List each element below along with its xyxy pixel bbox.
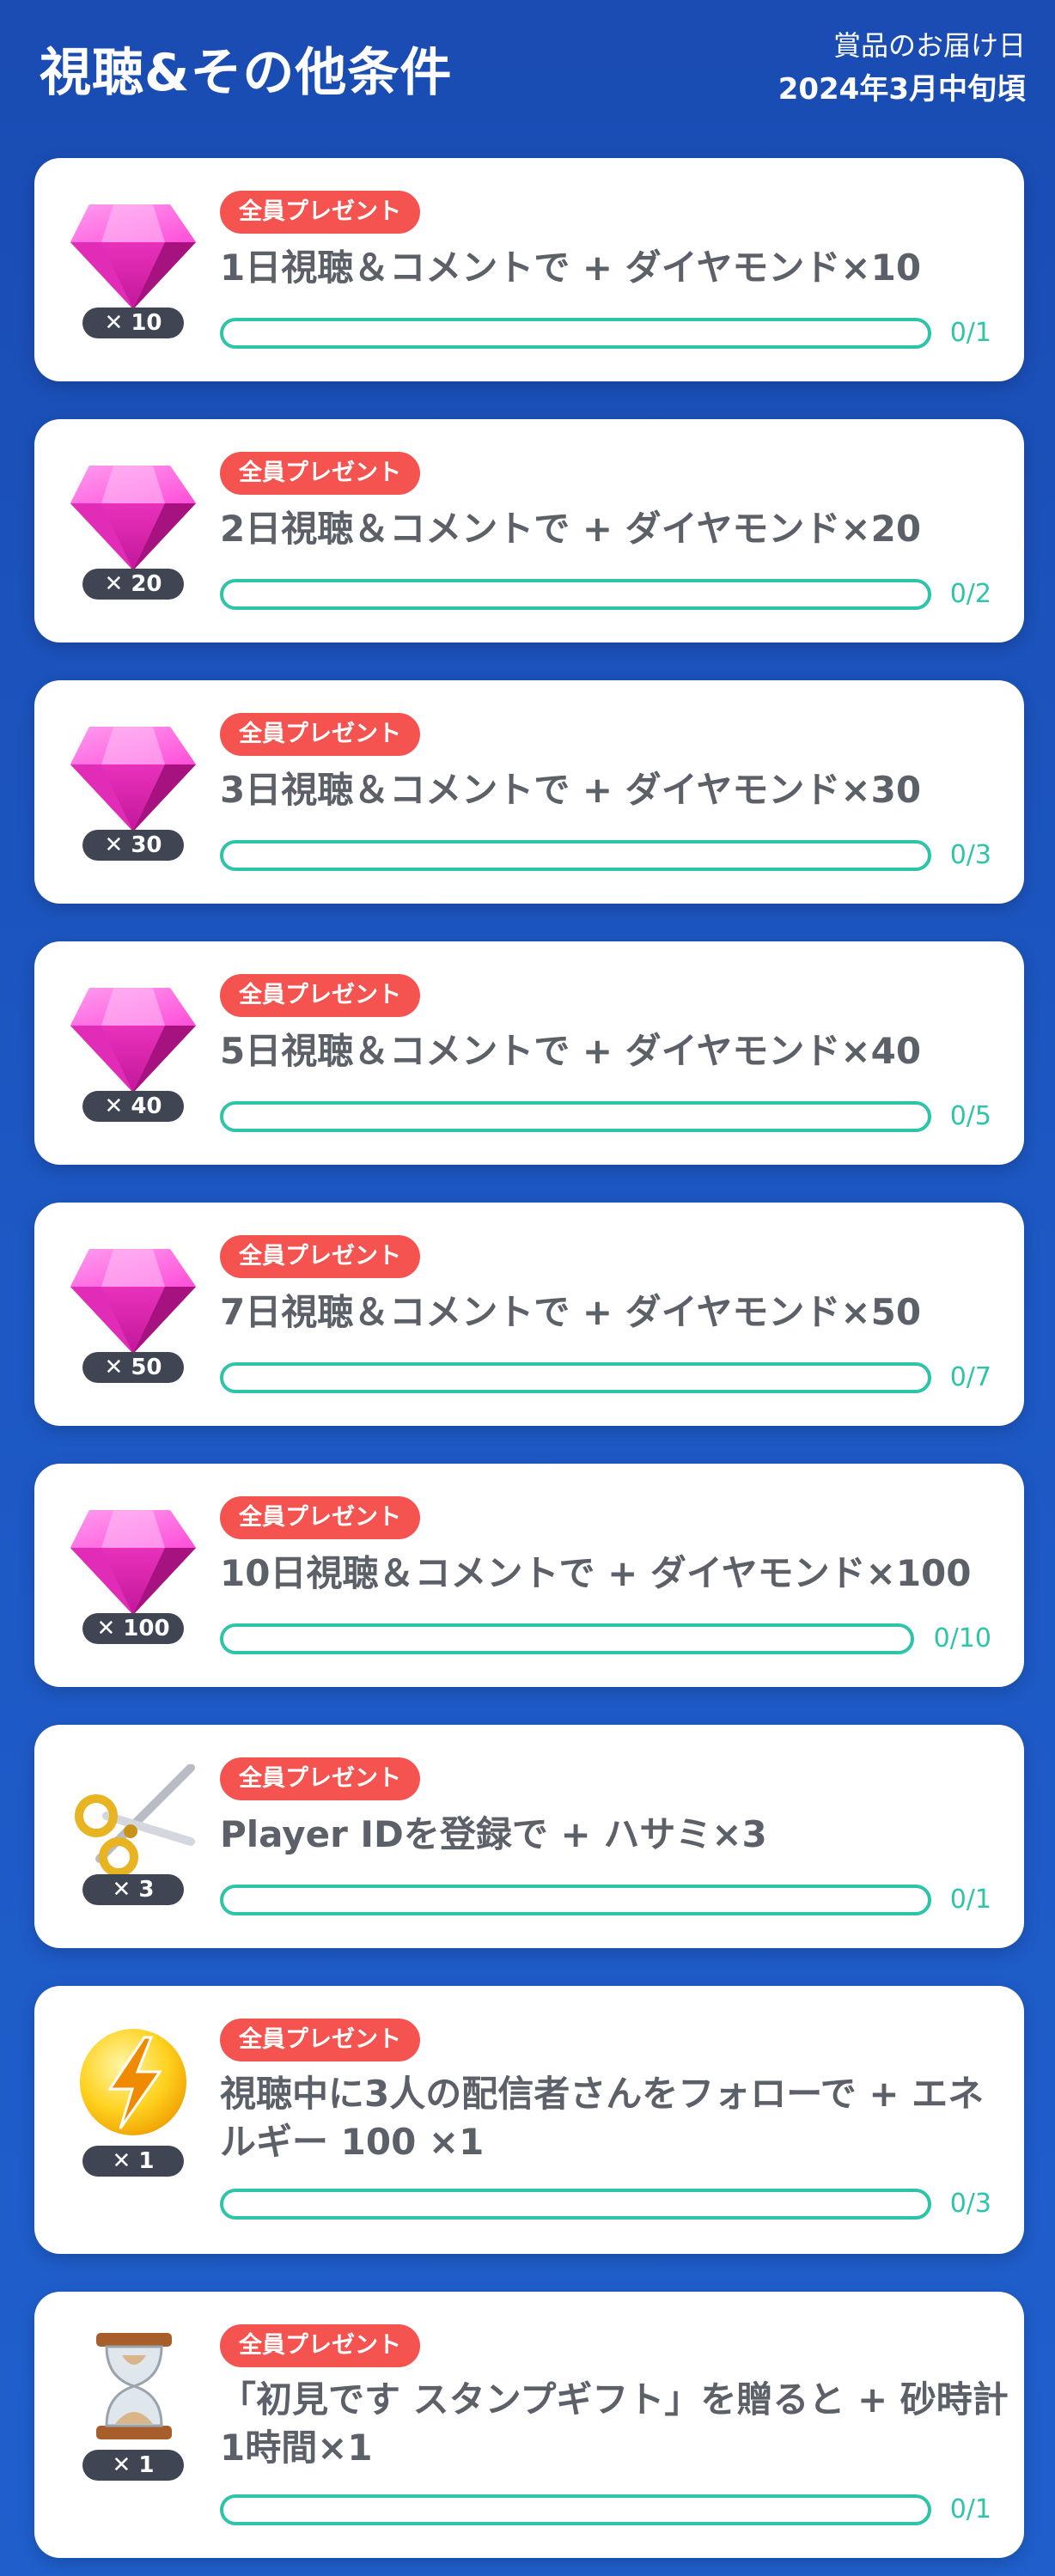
progress-bar: [220, 2494, 931, 2525]
present-tag: 全員プレゼント: [220, 1235, 420, 1278]
progress-count: 0/3: [949, 840, 991, 870]
reward-icon-wrap: ✕ 10: [65, 198, 203, 352]
reward-count-badge: ✕ 1: [82, 2146, 184, 2177]
progress-bar: [220, 1623, 914, 1654]
reward-icon-wrap: ✕ 1: [65, 2025, 203, 2180]
present-tag: 全員プレゼント: [220, 191, 420, 234]
progress-count: 0/1: [949, 318, 991, 348]
progress-bar: [220, 1362, 931, 1393]
present-tag: 全員プレゼント: [220, 2324, 420, 2367]
present-tag: 全員プレゼント: [220, 1496, 420, 1539]
reward-count-badge: ✕ 30: [82, 830, 184, 861]
task-description: 5日視聴＆コメントで + ダイヤモンド×40: [220, 1030, 922, 1072]
task-description: 1日視聴＆コメントで + ダイヤモンド×10: [220, 247, 922, 289]
reward-icon-wrap: ✕ 40: [65, 981, 203, 1136]
task-description: 7日視聴＆コメントで + ダイヤモンド×50: [220, 1291, 922, 1333]
present-tag: 全員プレゼント: [220, 713, 420, 756]
task-card[interactable]: ✕ 100 全員プレゼント 10日視聴＆コメントで + ダイヤモンド×100 0…: [34, 1464, 1024, 1687]
present-tag: 全員プレゼント: [220, 2019, 420, 2061]
progress-count: 0/7: [949, 1362, 991, 1392]
reward-icon-wrap: ✕ 30: [65, 720, 203, 874]
delivery-info: 賞品のお届け日 2024年3月中旬頃: [778, 24, 1026, 107]
task-card[interactable]: ✕ 1 全員プレゼント 視聴中に3人の配信者さんをフォローで + エネルギー 1…: [34, 1986, 1024, 2254]
task-description: 3日視聴＆コメントで + ダイヤモンド×30: [220, 769, 922, 811]
present-tag: 全員プレゼント: [220, 974, 420, 1017]
diamond-icon: [70, 1510, 196, 1615]
reward-count-badge: ✕ 40: [82, 1091, 184, 1122]
progress-count: 0/5: [949, 1101, 991, 1131]
delivery-label: 賞品のお届け日: [832, 29, 1026, 62]
header: 視聴&その他条件 賞品のお届け日 2024年3月中旬頃: [0, 0, 1055, 137]
task-description: 2日視聴＆コメントで + ダイヤモンド×20: [220, 508, 922, 550]
diamond-icon: [70, 466, 196, 570]
progress-count: 0/10: [933, 1623, 991, 1653]
progress-bar: [220, 840, 931, 871]
hourglass-icon: [96, 2333, 172, 2439]
diamond-icon: [70, 204, 196, 309]
task-card[interactable]: ✕ 50 全員プレゼント 7日視聴＆コメントで + ダイヤモンド×50 0/7: [34, 1203, 1024, 1426]
reward-count-badge: ✕ 3: [82, 1874, 184, 1905]
reward-count-badge: ✕ 1: [82, 2450, 184, 2481]
task-description: 視聴中に3人の配信者さんをフォローで + エネルギー 100 ×1: [220, 2073, 985, 2163]
diamond-icon: [70, 727, 196, 831]
progress-count: 0/1: [949, 1885, 991, 1915]
scissors-icon: [75, 1764, 195, 1876]
page-title: 視聴&その他条件: [40, 43, 453, 103]
progress-count: 0/1: [949, 2494, 991, 2524]
diamond-icon: [70, 988, 196, 1093]
delivery-date: 2024年3月中旬頃: [778, 72, 1026, 107]
reward-icon-wrap: ✕ 100: [65, 1503, 203, 1658]
progress-bar: [220, 318, 931, 349]
reward-icon-wrap: ✕ 50: [65, 1242, 203, 1397]
progress-bar: [220, 1885, 931, 1915]
energy-lightning-icon: [80, 2029, 186, 2135]
task-description: 「初見です スタンプギフト」を贈ると + 砂時計1時間×1: [220, 2378, 1009, 2469]
reward-icon-wrap: ✕ 20: [65, 459, 203, 613]
diamond-icon: [70, 1249, 196, 1354]
present-tag: 全員プレゼント: [220, 1757, 420, 1800]
task-description: 10日視聴＆コメントで + ダイヤモンド×100: [220, 1552, 972, 1594]
progress-count: 0/2: [949, 579, 991, 609]
reward-count-badge: ✕ 50: [82, 1352, 184, 1383]
reward-count-badge: ✕ 20: [82, 569, 184, 600]
task-card[interactable]: ✕ 20 全員プレゼント 2日視聴＆コメントで + ダイヤモンド×20 0/2: [34, 419, 1024, 642]
progress-count: 0/3: [949, 2189, 991, 2219]
progress-bar: [220, 2189, 931, 2220]
reward-icon-wrap: ✕ 3: [65, 1764, 203, 1919]
progress-bar: [220, 1101, 931, 1132]
reward-count-badge: ✕ 10: [82, 308, 184, 338]
task-card[interactable]: ✕ 1 全員プレゼント 「初見です スタンプギフト」を贈ると + 砂時計1時間×…: [34, 2292, 1024, 2558]
present-tag: 全員プレゼント: [220, 452, 420, 495]
task-card[interactable]: ✕ 40 全員プレゼント 5日視聴＆コメントで + ダイヤモンド×40 0/5: [34, 941, 1024, 1165]
progress-bar: [220, 579, 931, 610]
task-card[interactable]: ✕ 30 全員プレゼント 3日視聴＆コメントで + ダイヤモンド×30 0/3: [34, 680, 1024, 904]
reward-icon-wrap: ✕ 1: [65, 2329, 203, 2484]
task-description: Player IDを登録で + ハサミ×3: [220, 1813, 767, 1855]
task-card[interactable]: ✕ 3 全員プレゼント Player IDを登録で + ハサミ×3 0/1: [34, 1725, 1024, 1948]
reward-count-badge: ✕ 100: [82, 1613, 184, 1644]
task-card[interactable]: ✕ 10 全員プレゼント 1日視聴＆コメントで + ダイヤモンド×10 0/1: [34, 158, 1024, 381]
